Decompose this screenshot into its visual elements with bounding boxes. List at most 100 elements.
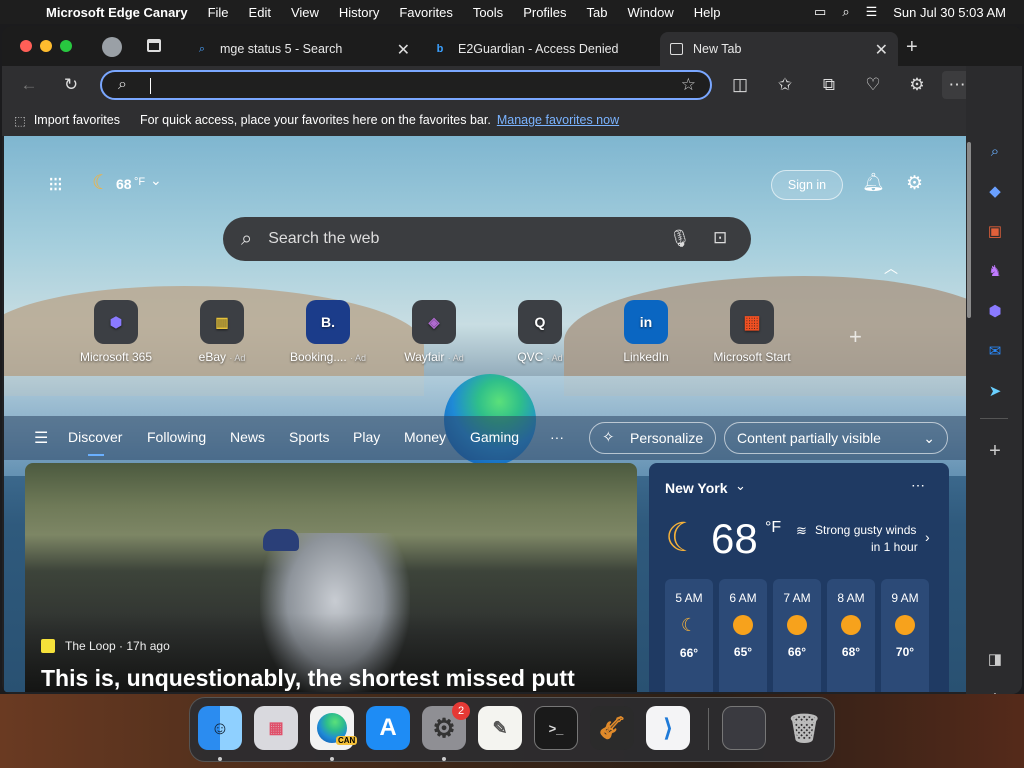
- tab-news[interactable]: News: [230, 429, 265, 445]
- new-tab-button[interactable]: +: [906, 36, 918, 59]
- chevron-down-icon[interactable]: ⌄: [735, 478, 746, 494]
- terminal-icon[interactable]: >_: [534, 706, 578, 750]
- menu-help[interactable]: Help: [694, 5, 721, 20]
- quicklink-microsoft365[interactable]: ⬢ Microsoft 365: [66, 300, 166, 364]
- quicklink-booking[interactable]: B. Booking.... · Ad: [278, 300, 378, 364]
- tab-gaming[interactable]: Gaming: [470, 429, 519, 445]
- menu-view[interactable]: View: [291, 5, 319, 20]
- close-window-button[interactable]: [20, 40, 32, 52]
- address-bar[interactable]: ⌕ ☆: [100, 70, 712, 100]
- extensions-icon[interactable]: ⚙: [906, 74, 928, 96]
- search-input[interactable]: Search the web: [268, 230, 648, 248]
- quicklink-qvc[interactable]: Q QVC · Ad: [490, 300, 590, 364]
- scrollbar-thumb[interactable]: [967, 142, 971, 318]
- tools-icon[interactable]: ▣: [984, 220, 1006, 242]
- page-scrollbar[interactable]: [966, 136, 972, 692]
- sidebar-toggle-icon[interactable]: ◨: [984, 648, 1006, 670]
- zoom-window-button[interactable]: [60, 40, 72, 52]
- profile-avatar[interactable]: [102, 37, 122, 57]
- menu-tools[interactable]: Tools: [473, 5, 503, 20]
- collapse-chevron-icon[interactable]: ︿: [884, 258, 898, 278]
- tab-actions-icon[interactable]: [147, 39, 161, 52]
- tab-following[interactable]: Following: [147, 429, 206, 445]
- launchpad-icon[interactable]: ▦: [254, 706, 298, 750]
- health-icon[interactable]: ♡: [862, 74, 884, 96]
- news-card[interactable]: The Loop · 17h ago This is, unquestionab…: [25, 463, 637, 692]
- tab-money[interactable]: Money: [404, 429, 446, 445]
- personalize-button[interactable]: ✧ Personalize: [589, 422, 716, 454]
- clock[interactable]: Sun Jul 30 5:03 AM: [893, 5, 1006, 20]
- favorite-star-icon[interactable]: ☆: [681, 75, 696, 95]
- visual-search-icon[interactable]: ⊡: [713, 228, 727, 248]
- textedit-icon[interactable]: ✎: [478, 706, 522, 750]
- hourly-forecast-item[interactable]: 9 AM 70°: [881, 579, 929, 692]
- games-icon[interactable]: ♞: [984, 260, 1006, 282]
- send-icon[interactable]: ➤: [984, 380, 1006, 402]
- bell-icon[interactable]: 🔔︎: [862, 172, 885, 193]
- microphone-icon[interactable]: 🎙︎: [669, 229, 691, 249]
- weather-card[interactable]: New York ⌄ ⋯ ☾ 68 °F ≋ Strong gusty wind…: [649, 463, 949, 692]
- hamburger-icon[interactable]: ☰: [34, 428, 48, 448]
- edge-canary-icon[interactable]: CAN: [310, 706, 358, 750]
- finder-icon[interactable]: ☺: [198, 706, 242, 750]
- menu-app-name[interactable]: Microsoft Edge Canary: [46, 5, 188, 20]
- chevron-right-icon[interactable]: ›: [925, 529, 930, 545]
- hourly-forecast-item[interactable]: 7 AM 66°: [773, 579, 821, 692]
- tab-search[interactable]: ⌕ mge status 5 - Search ✕: [180, 32, 420, 66]
- microsoft365-icon[interactable]: ⬢: [984, 300, 1006, 322]
- vscode-icon[interactable]: ⟩: [646, 706, 690, 750]
- hourly-forecast-item[interactable]: 6 AM 65°: [719, 579, 767, 692]
- tab-sports[interactable]: Sports: [289, 429, 329, 445]
- gear-icon[interactable]: ⚙: [906, 172, 923, 195]
- trash-icon[interactable]: 🗑︎: [782, 706, 826, 750]
- add-icon[interactable]: +: [984, 440, 1006, 462]
- close-tab-icon[interactable]: ✕: [875, 40, 888, 60]
- quicklink-wayfair[interactable]: ◈ Wayfair · Ad: [384, 300, 484, 364]
- quicklink-linkedin[interactable]: in LinkedIn: [596, 300, 696, 364]
- quicklink-microsoft-start[interactable]: ▦ Microsoft Start: [702, 300, 802, 364]
- manage-favorites-link[interactable]: Manage favorites now: [497, 113, 619, 127]
- content-visibility-select[interactable]: Content partially visible ⌄: [724, 422, 948, 454]
- menu-history[interactable]: History: [339, 5, 379, 20]
- story-headline[interactable]: This is, unquestionably, the shortest mi…: [41, 665, 575, 692]
- menu-favorites[interactable]: Favorites: [399, 5, 452, 20]
- control-center-icon[interactable]: ☰: [866, 4, 878, 20]
- menu-profiles[interactable]: Profiles: [523, 5, 566, 20]
- screen-mirror-icon[interactable]: ▭: [814, 4, 826, 20]
- tab-discover[interactable]: Discover: [68, 429, 122, 445]
- refresh-icon[interactable]: ↻: [60, 74, 82, 96]
- favorites-icon[interactable]: ✩: [774, 74, 796, 96]
- weather-temp[interactable]: 68: [116, 176, 132, 192]
- collections-icon[interactable]: ⧉: [818, 74, 840, 96]
- apps-grid-icon[interactable]: ⁝⁝⁝: [48, 172, 63, 197]
- sign-in-button[interactable]: Sign in: [771, 170, 843, 200]
- weather-alert-line2[interactable]: in 1 hour: [871, 540, 918, 554]
- more-tabs-button[interactable]: ···: [550, 429, 564, 445]
- menu-tab[interactable]: Tab: [587, 5, 608, 20]
- recent-window-thumbnail[interactable]: [722, 706, 766, 750]
- hourly-forecast-item[interactable]: 5 AM ☾ 66°: [665, 579, 713, 692]
- outlook-icon[interactable]: ✉: [984, 340, 1006, 362]
- spotlight-icon[interactable]: ⌕: [842, 4, 849, 20]
- weather-city[interactable]: New York: [665, 480, 728, 496]
- more-options-icon[interactable]: ⋯: [911, 477, 925, 494]
- hourly-forecast-item[interactable]: 8 AM 68°: [827, 579, 875, 692]
- quicklink-ebay[interactable]: ▥ eBay · Ad: [172, 300, 272, 364]
- add-quicklink-icon[interactable]: +: [849, 324, 862, 350]
- tab-new-tab[interactable]: New Tab ✕: [660, 32, 898, 66]
- weather-alert-line1[interactable]: Strong gusty winds: [815, 523, 916, 537]
- import-favorites-button[interactable]: Import favorites: [34, 113, 120, 127]
- app-store-icon[interactable]: A: [366, 706, 410, 750]
- menu-edit[interactable]: Edit: [249, 5, 271, 20]
- close-tab-icon[interactable]: ✕: [397, 40, 410, 60]
- web-search-box[interactable]: ⌕ Search the web 🎙︎ ⊡: [223, 217, 751, 261]
- garageband-icon[interactable]: 🎸︎: [590, 706, 634, 750]
- search-icon[interactable]: ⌕: [984, 140, 1006, 162]
- story-source[interactable]: The Loop · 17h ago: [65, 639, 170, 653]
- back-icon[interactable]: ←: [18, 74, 40, 96]
- chevron-down-icon[interactable]: ⌄: [150, 172, 162, 189]
- menu-window[interactable]: Window: [628, 5, 674, 20]
- tab-play[interactable]: Play: [353, 429, 380, 445]
- split-screen-icon[interactable]: ◫: [729, 74, 751, 96]
- tab-e2guardian[interactable]: b E2Guardian - Access Denied: [422, 32, 658, 66]
